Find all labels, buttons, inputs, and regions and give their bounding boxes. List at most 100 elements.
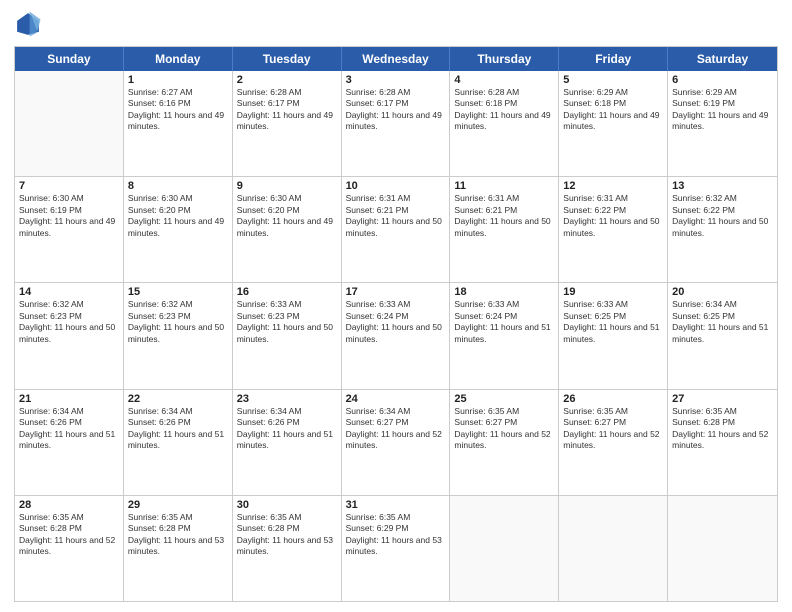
- cell-info: Sunrise: 6:30 AM Sunset: 6:20 PM Dayligh…: [128, 193, 228, 239]
- cell-info: Sunrise: 6:28 AM Sunset: 6:17 PM Dayligh…: [237, 87, 337, 133]
- calendar: SundayMondayTuesdayWednesdayThursdayFrid…: [14, 46, 778, 602]
- cell-info: Sunrise: 6:33 AM Sunset: 6:23 PM Dayligh…: [237, 299, 337, 345]
- calendar-cell: 9Sunrise: 6:30 AM Sunset: 6:20 PM Daylig…: [233, 177, 342, 282]
- cell-info: Sunrise: 6:34 AM Sunset: 6:26 PM Dayligh…: [19, 406, 119, 452]
- day-header-tuesday: Tuesday: [233, 47, 342, 71]
- day-number: 18: [454, 286, 554, 298]
- cell-info: Sunrise: 6:35 AM Sunset: 6:27 PM Dayligh…: [563, 406, 663, 452]
- cell-info: Sunrise: 6:35 AM Sunset: 6:29 PM Dayligh…: [346, 512, 446, 558]
- day-number: 8: [128, 180, 228, 192]
- cell-info: Sunrise: 6:29 AM Sunset: 6:19 PM Dayligh…: [672, 87, 773, 133]
- header: [14, 10, 778, 38]
- calendar-body: 1Sunrise: 6:27 AM Sunset: 6:16 PM Daylig…: [15, 71, 777, 601]
- calendar-cell: 14Sunrise: 6:32 AM Sunset: 6:23 PM Dayli…: [15, 283, 124, 388]
- day-number: 27: [672, 393, 773, 405]
- day-number: 21: [19, 393, 119, 405]
- day-number: 28: [19, 499, 119, 511]
- calendar-cell: 22Sunrise: 6:34 AM Sunset: 6:26 PM Dayli…: [124, 390, 233, 495]
- day-number: 7: [19, 180, 119, 192]
- calendar-cell: 1Sunrise: 6:27 AM Sunset: 6:16 PM Daylig…: [124, 71, 233, 176]
- calendar-cell: 8Sunrise: 6:30 AM Sunset: 6:20 PM Daylig…: [124, 177, 233, 282]
- calendar-row-2: 14Sunrise: 6:32 AM Sunset: 6:23 PM Dayli…: [15, 282, 777, 388]
- calendar-cell: 28Sunrise: 6:35 AM Sunset: 6:28 PM Dayli…: [15, 496, 124, 601]
- day-number: 17: [346, 286, 446, 298]
- cell-info: Sunrise: 6:34 AM Sunset: 6:26 PM Dayligh…: [128, 406, 228, 452]
- cell-info: Sunrise: 6:31 AM Sunset: 6:21 PM Dayligh…: [346, 193, 446, 239]
- calendar-cell: 26Sunrise: 6:35 AM Sunset: 6:27 PM Dayli…: [559, 390, 668, 495]
- calendar-cell: 6Sunrise: 6:29 AM Sunset: 6:19 PM Daylig…: [668, 71, 777, 176]
- calendar-cell: 4Sunrise: 6:28 AM Sunset: 6:18 PM Daylig…: [450, 71, 559, 176]
- calendar-cell: 7Sunrise: 6:30 AM Sunset: 6:19 PM Daylig…: [15, 177, 124, 282]
- day-number: 1: [128, 74, 228, 86]
- calendar-row-4: 28Sunrise: 6:35 AM Sunset: 6:28 PM Dayli…: [15, 495, 777, 601]
- cell-info: Sunrise: 6:34 AM Sunset: 6:25 PM Dayligh…: [672, 299, 773, 345]
- calendar-cell: 17Sunrise: 6:33 AM Sunset: 6:24 PM Dayli…: [342, 283, 451, 388]
- calendar-cell: 16Sunrise: 6:33 AM Sunset: 6:23 PM Dayli…: [233, 283, 342, 388]
- calendar-cell: 18Sunrise: 6:33 AM Sunset: 6:24 PM Dayli…: [450, 283, 559, 388]
- calendar-cell: [668, 496, 777, 601]
- day-header-sunday: Sunday: [15, 47, 124, 71]
- calendar-cell: 25Sunrise: 6:35 AM Sunset: 6:27 PM Dayli…: [450, 390, 559, 495]
- day-number: 20: [672, 286, 773, 298]
- calendar-cell: 27Sunrise: 6:35 AM Sunset: 6:28 PM Dayli…: [668, 390, 777, 495]
- cell-info: Sunrise: 6:30 AM Sunset: 6:20 PM Dayligh…: [237, 193, 337, 239]
- calendar-cell: [15, 71, 124, 176]
- logo-icon: [14, 10, 42, 38]
- calendar-row-3: 21Sunrise: 6:34 AM Sunset: 6:26 PM Dayli…: [15, 389, 777, 495]
- cell-info: Sunrise: 6:27 AM Sunset: 6:16 PM Dayligh…: [128, 87, 228, 133]
- day-header-friday: Friday: [559, 47, 668, 71]
- calendar-cell: [559, 496, 668, 601]
- cell-info: Sunrise: 6:33 AM Sunset: 6:24 PM Dayligh…: [346, 299, 446, 345]
- cell-info: Sunrise: 6:31 AM Sunset: 6:22 PM Dayligh…: [563, 193, 663, 239]
- logo: [14, 10, 46, 38]
- calendar-row-1: 7Sunrise: 6:30 AM Sunset: 6:19 PM Daylig…: [15, 176, 777, 282]
- calendar-cell: 24Sunrise: 6:34 AM Sunset: 6:27 PM Dayli…: [342, 390, 451, 495]
- day-number: 13: [672, 180, 773, 192]
- calendar-cell: 5Sunrise: 6:29 AM Sunset: 6:18 PM Daylig…: [559, 71, 668, 176]
- calendar-cell: 19Sunrise: 6:33 AM Sunset: 6:25 PM Dayli…: [559, 283, 668, 388]
- day-number: 24: [346, 393, 446, 405]
- day-number: 3: [346, 74, 446, 86]
- cell-info: Sunrise: 6:35 AM Sunset: 6:28 PM Dayligh…: [128, 512, 228, 558]
- cell-info: Sunrise: 6:32 AM Sunset: 6:23 PM Dayligh…: [128, 299, 228, 345]
- day-header-saturday: Saturday: [668, 47, 777, 71]
- cell-info: Sunrise: 6:34 AM Sunset: 6:27 PM Dayligh…: [346, 406, 446, 452]
- calendar-cell: 21Sunrise: 6:34 AM Sunset: 6:26 PM Dayli…: [15, 390, 124, 495]
- cell-info: Sunrise: 6:34 AM Sunset: 6:26 PM Dayligh…: [237, 406, 337, 452]
- day-header-thursday: Thursday: [450, 47, 559, 71]
- day-number: 30: [237, 499, 337, 511]
- cell-info: Sunrise: 6:28 AM Sunset: 6:18 PM Dayligh…: [454, 87, 554, 133]
- day-number: 25: [454, 393, 554, 405]
- calendar-cell: 15Sunrise: 6:32 AM Sunset: 6:23 PM Dayli…: [124, 283, 233, 388]
- calendar-cell: 30Sunrise: 6:35 AM Sunset: 6:28 PM Dayli…: [233, 496, 342, 601]
- day-number: 23: [237, 393, 337, 405]
- cell-info: Sunrise: 6:35 AM Sunset: 6:27 PM Dayligh…: [454, 406, 554, 452]
- day-number: 11: [454, 180, 554, 192]
- day-number: 26: [563, 393, 663, 405]
- day-number: 6: [672, 74, 773, 86]
- day-number: 15: [128, 286, 228, 298]
- day-header-monday: Monday: [124, 47, 233, 71]
- day-number: 19: [563, 286, 663, 298]
- day-number: 12: [563, 180, 663, 192]
- calendar-cell: 20Sunrise: 6:34 AM Sunset: 6:25 PM Dayli…: [668, 283, 777, 388]
- cell-info: Sunrise: 6:30 AM Sunset: 6:19 PM Dayligh…: [19, 193, 119, 239]
- day-number: 4: [454, 74, 554, 86]
- calendar-cell: 29Sunrise: 6:35 AM Sunset: 6:28 PM Dayli…: [124, 496, 233, 601]
- day-number: 5: [563, 74, 663, 86]
- day-number: 22: [128, 393, 228, 405]
- day-number: 16: [237, 286, 337, 298]
- cell-info: Sunrise: 6:35 AM Sunset: 6:28 PM Dayligh…: [237, 512, 337, 558]
- calendar-cell: 3Sunrise: 6:28 AM Sunset: 6:17 PM Daylig…: [342, 71, 451, 176]
- day-number: 29: [128, 499, 228, 511]
- cell-info: Sunrise: 6:35 AM Sunset: 6:28 PM Dayligh…: [19, 512, 119, 558]
- cell-info: Sunrise: 6:35 AM Sunset: 6:28 PM Dayligh…: [672, 406, 773, 452]
- page: SundayMondayTuesdayWednesdayThursdayFrid…: [0, 0, 792, 612]
- cell-info: Sunrise: 6:33 AM Sunset: 6:25 PM Dayligh…: [563, 299, 663, 345]
- day-header-wednesday: Wednesday: [342, 47, 451, 71]
- calendar-cell: 2Sunrise: 6:28 AM Sunset: 6:17 PM Daylig…: [233, 71, 342, 176]
- calendar-cell: 10Sunrise: 6:31 AM Sunset: 6:21 PM Dayli…: [342, 177, 451, 282]
- cell-info: Sunrise: 6:29 AM Sunset: 6:18 PM Dayligh…: [563, 87, 663, 133]
- cell-info: Sunrise: 6:31 AM Sunset: 6:21 PM Dayligh…: [454, 193, 554, 239]
- calendar-header: SundayMondayTuesdayWednesdayThursdayFrid…: [15, 47, 777, 71]
